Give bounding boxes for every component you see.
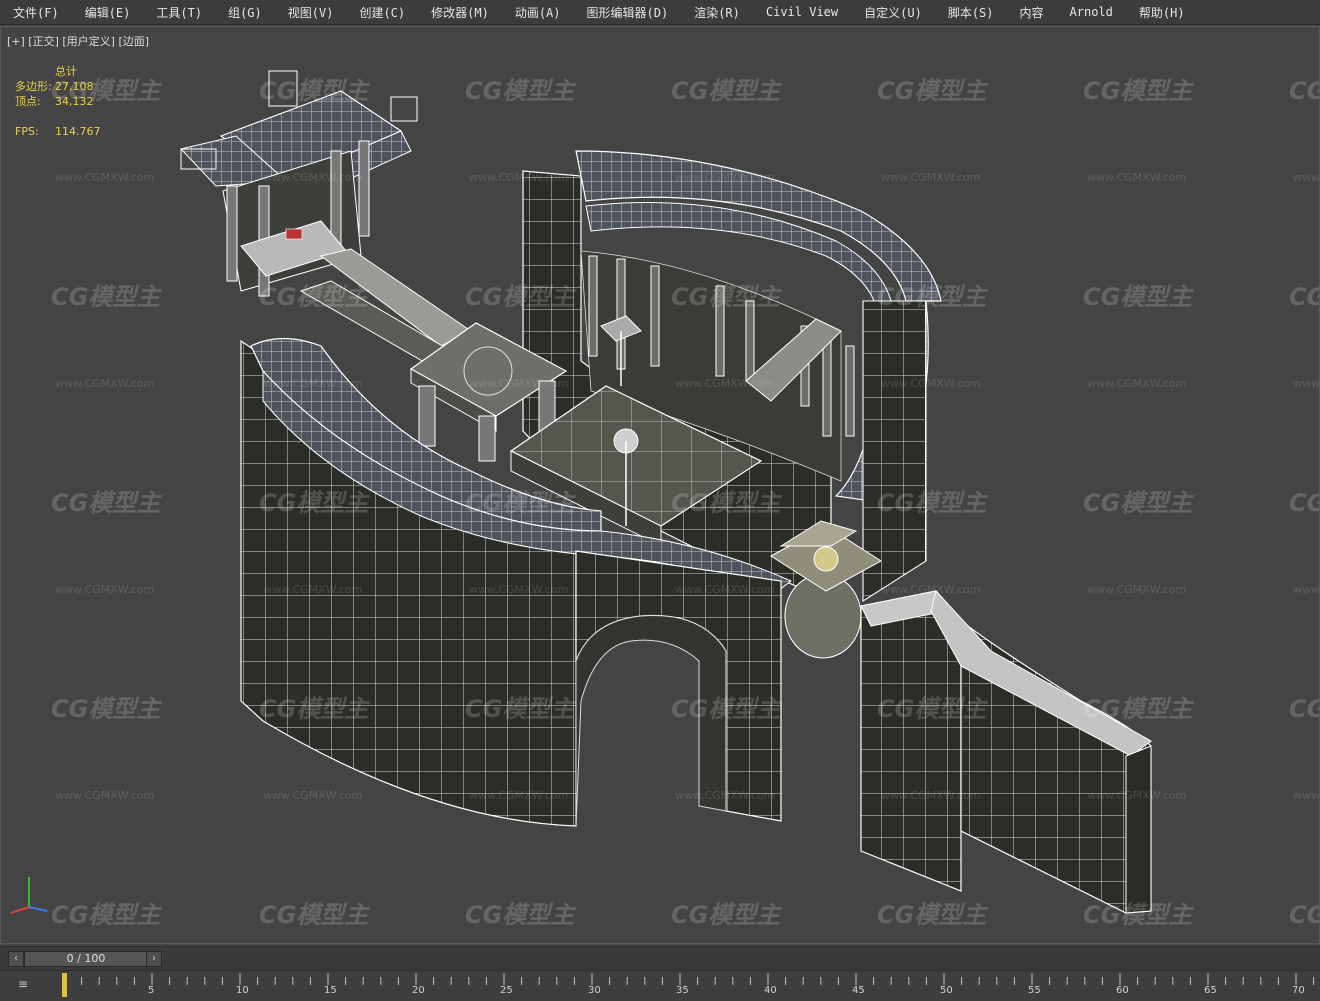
time-slider-bar: ‹ 0 / 100 › [0,946,1320,971]
ruler-label: 30 [588,985,601,996]
menu-item-10[interactable]: Civil View [753,5,851,19]
menu-item-14[interactable]: Arnold [1057,5,1126,19]
menu-item-12[interactable]: 脚本(S) [935,4,1007,21]
menu-bar: 文件(F) 编辑(E) 工具(T) 组(G) 视图(V) 创建(C) 修改器(M) 动画(A)… [0,0,1320,25]
ruler-label: 65 [1204,985,1217,996]
fps-label: FPS: [15,125,39,138]
scene-wireframe[interactable] [1,27,1320,944]
ruler-label: 25 [500,985,513,996]
menu-item-9[interactable]: 渲染(R) [681,4,753,21]
front-gate [575,550,782,822]
ruler-label: 5 [148,985,155,996]
menu-item-6[interactable]: 修改器(M) [418,4,502,21]
ruler-label: 60 [1116,985,1129,996]
ruler-label: 35 [676,985,689,996]
ruler-label: 55 [1028,985,1041,996]
menu-item-15[interactable]: 帮助(H) [1126,4,1198,21]
menu-item-11[interactable]: 自定义(U) [851,4,935,21]
menu-item-2[interactable]: 工具(T) [143,4,215,21]
menu-item-13[interactable]: 内容 [1007,4,1057,21]
perspective-viewport[interactable]: CG模型主www.CGMXW.comCG模型主www.CGMXW.comCG模型… [0,26,1320,944]
pavilion [180,70,418,297]
vert-label: 顶点: [15,95,41,108]
ruler-label: 45 [852,985,865,996]
poly-label: 多边形: [15,80,52,93]
viewport-stats: 总计 多边形: 27,108 顶点: 34,132 FPS: 114.767 [15,64,101,139]
ruler-label: 10 [236,985,249,996]
chevron-left-icon[interactable]: ‹ [8,951,24,967]
stats-title: 总计 [55,65,77,78]
menu-item-0[interactable]: 文件(F) [0,4,72,21]
poly-value: 27,108 [55,80,94,93]
ruler-label: 20 [412,985,425,996]
ruler-label: 40 [764,985,777,996]
menu-item-7[interactable]: 动画(A) [502,4,574,21]
ruler-label: 50 [940,985,953,996]
viewport-label[interactable]: [+] [正交] [用户定义] [边面] [7,33,149,49]
menu-item-8[interactable]: 图形编辑器(D) [574,4,682,21]
vert-value: 34,132 [55,95,94,108]
chevron-right-icon[interactable]: › [146,951,162,967]
key-filter-icon[interactable]: ≡ [18,977,28,991]
time-slider[interactable]: 0 / 100 [24,951,148,967]
track-bar[interactable]: ≡ 5 10 15 20 25 30 35 40 45 50 55 60 65 70 [0,970,1320,1001]
menu-item-3[interactable]: 组(G) [215,4,275,21]
axis-gizmo-icon [10,877,48,914]
menu-item-4[interactable]: 视图(V) [275,4,347,21]
fps-value: 114.767 [55,125,101,138]
menu-item-1[interactable]: 编辑(E) [72,4,144,21]
ruler-label: 70 [1292,985,1305,996]
ruler-label: 15 [324,985,337,996]
time-cursor[interactable] [62,973,67,997]
menu-item-5[interactable]: 创建(C) [346,4,418,21]
